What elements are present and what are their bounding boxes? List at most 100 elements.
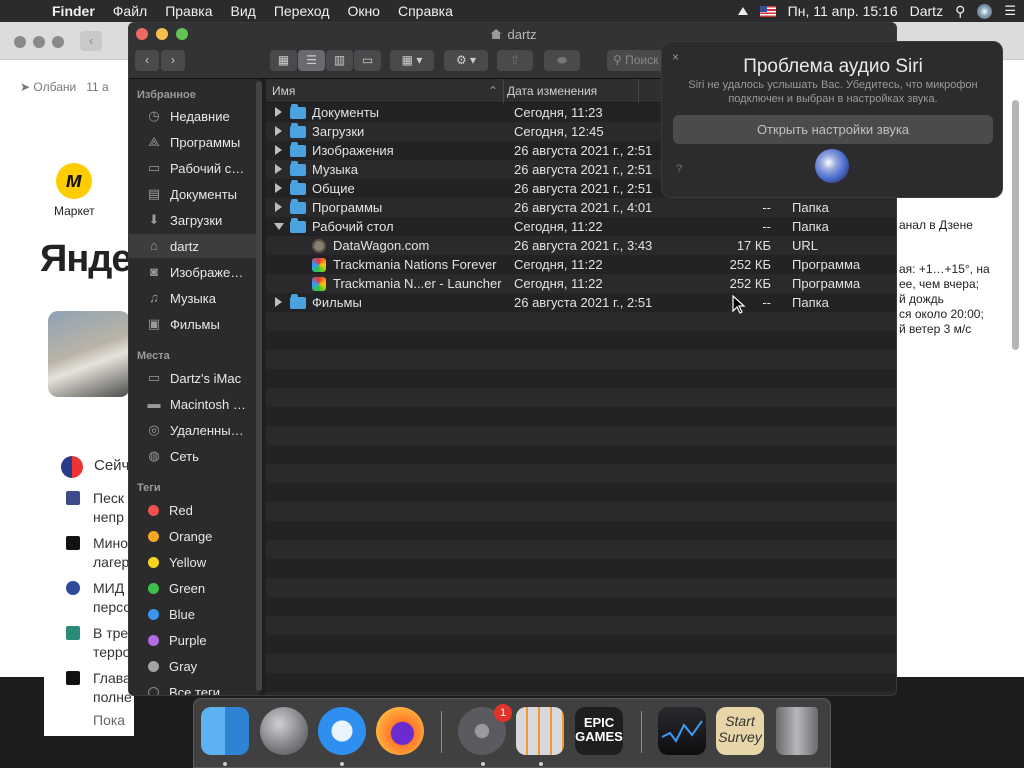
- sidebar-item-macintosh-hd[interactable]: ▬ Macintosh HD: [129, 392, 259, 416]
- news-header[interactable]: Сейч: [94, 456, 129, 475]
- tags-button[interactable]: ⬬: [544, 50, 580, 71]
- disclosure-closed-icon[interactable]: [275, 297, 282, 307]
- disclosure-closed-icon[interactable]: [275, 107, 282, 117]
- back-button[interactable]: ‹: [135, 50, 159, 71]
- group-by-button[interactable]: ▦ ▾: [390, 50, 434, 71]
- table-row[interactable]: Trackmania Nations Forever Сегодня, 11:22…: [266, 255, 896, 274]
- sidebar-tag-green[interactable]: Green: [129, 576, 259, 600]
- siri-icon[interactable]: [977, 3, 993, 19]
- help-icon[interactable]: ?: [676, 163, 682, 175]
- spotlight-search-icon[interactable]: ⚲: [955, 3, 965, 20]
- geo-location[interactable]: ➤ Олбани 11 а: [20, 80, 109, 94]
- sidebar-item-network[interactable]: ◍ Сеть: [129, 444, 259, 468]
- sidebar-item-downloads[interactable]: ⬇ Загрузки: [129, 208, 259, 232]
- epic-games-icon[interactable]: EPIC GAMES: [575, 707, 623, 755]
- forward-button[interactable]: ›: [161, 50, 185, 71]
- browser-back-icon[interactable]: ‹: [80, 31, 102, 51]
- column-header-name[interactable]: Имя: [272, 84, 295, 98]
- sidebar-item-recents[interactable]: ◷ Недавние: [129, 104, 259, 128]
- eject-icon[interactable]: [737, 7, 748, 15]
- menu-help[interactable]: Справка: [389, 3, 462, 19]
- browser-zoom-button[interactable]: [52, 36, 64, 48]
- column-divider[interactable]: [503, 79, 504, 103]
- market-label[interactable]: Маркет: [54, 204, 95, 218]
- news-image[interactable]: [48, 311, 130, 397]
- survey-icon[interactable]: Start Survey: [716, 707, 764, 755]
- sidebar-tag-orange[interactable]: Orange: [129, 524, 259, 548]
- sidebar-item-home[interactable]: ⌂ dartz: [129, 234, 259, 258]
- stocks-chart-icon: [661, 720, 703, 743]
- sidebar-item-applications[interactable]: ⟁ Программы: [129, 130, 259, 154]
- control-center-icon[interactable]: ☰: [1004, 3, 1016, 19]
- news-item[interactable]: непр: [93, 508, 124, 527]
- sidebar-item-documents[interactable]: ▤ Документы: [129, 182, 259, 206]
- application-icon: [312, 258, 326, 272]
- browser-scrollbar[interactable]: [1012, 100, 1019, 350]
- sidebar-tag-gray[interactable]: Gray: [129, 654, 259, 678]
- sidebar-item-movies[interactable]: ▣ Фильмы: [129, 312, 259, 336]
- news-item[interactable]: Глава: [93, 669, 131, 688]
- disclosure-closed-icon[interactable]: [275, 183, 282, 193]
- sidebar-item-remote-disc[interactable]: ◎ Удаленный диск: [129, 418, 259, 442]
- view-icons-button[interactable]: ▦: [270, 50, 297, 71]
- menu-app-finder[interactable]: Finder: [38, 3, 104, 19]
- market-logo-icon[interactable]: м: [56, 163, 92, 199]
- table-row[interactable]: Фильмы 26 августа 2021 г., 2:51 -- Папка: [266, 293, 896, 312]
- menu-window[interactable]: Окно: [338, 3, 389, 19]
- news-item[interactable]: МИД: [93, 579, 124, 598]
- calculator-icon[interactable]: [516, 707, 564, 755]
- sidebar-scrollbar[interactable]: [256, 81, 262, 691]
- table-row[interactable]: Рабочий стол Сегодня, 11:22 -- Папка: [266, 217, 896, 236]
- disclosure-closed-icon[interactable]: [275, 145, 282, 155]
- menu-file[interactable]: Файл: [104, 3, 156, 19]
- table-row[interactable]: Программы 26 августа 2021 г., 4:01 -- Папка: [266, 198, 896, 217]
- news-item[interactable]: терро: [93, 643, 130, 662]
- news-item[interactable]: Песк: [93, 489, 124, 508]
- menu-view[interactable]: Вид: [222, 3, 265, 19]
- view-list-button[interactable]: ☰: [298, 50, 325, 71]
- column-header-date[interactable]: Дата изменения: [507, 84, 597, 98]
- sidebar-tag-blue[interactable]: Blue: [129, 602, 259, 626]
- action-menu-button[interactable]: ⚙ ▾: [444, 50, 488, 71]
- sidebar-all-tags[interactable]: Все теги…: [129, 680, 259, 695]
- sidebar-item-imac[interactable]: ▭ Dartz's iMac: [129, 366, 259, 390]
- view-gallery-button[interactable]: ▭: [354, 50, 381, 71]
- news-item[interactable]: Мино: [93, 534, 128, 553]
- share-button[interactable]: ⇧: [497, 50, 533, 71]
- news-item[interactable]: полне: [93, 688, 132, 707]
- open-sound-settings-button[interactable]: Открыть настройки звука: [673, 115, 993, 144]
- trash-icon[interactable]: [776, 707, 818, 755]
- disclosure-closed-icon[interactable]: [275, 202, 282, 212]
- disclosure-closed-icon[interactable]: [275, 164, 282, 174]
- finder-icon[interactable]: [201, 707, 249, 755]
- firefox-icon[interactable]: [376, 707, 424, 755]
- menu-datetime[interactable]: Пн, 11 апр. 15:16: [788, 3, 898, 19]
- menu-edit[interactable]: Правка: [156, 3, 221, 19]
- sidebar-item-desktop[interactable]: ▭ Рабочий стол: [129, 156, 259, 180]
- menu-user[interactable]: Dartz: [910, 3, 943, 19]
- browser-close-button[interactable]: [14, 36, 26, 48]
- news-item[interactable]: персо: [93, 598, 131, 617]
- input-source-flag-icon[interactable]: [759, 5, 776, 17]
- safari-icon[interactable]: [318, 707, 366, 755]
- view-columns-button[interactable]: ▥: [326, 50, 353, 71]
- sidebar-tag-purple[interactable]: Purple: [129, 628, 259, 652]
- disclosure-closed-icon[interactable]: [275, 126, 282, 136]
- news-item[interactable]: лагер: [93, 553, 129, 572]
- launchpad-icon[interactable]: [260, 707, 308, 755]
- news-item[interactable]: В тре: [93, 624, 128, 643]
- menu-go[interactable]: Переход: [265, 3, 339, 19]
- sort-chevron-up-icon[interactable]: ⌃: [488, 84, 498, 98]
- zen-card-text[interactable]: анал в Дзене: [899, 218, 973, 233]
- stocks-icon[interactable]: [658, 707, 706, 755]
- disclosure-open-icon[interactable]: [274, 223, 284, 230]
- sidebar-tag-yellow[interactable]: Yellow: [129, 550, 259, 574]
- table-row[interactable]: Trackmania N...er - Launcher Сегодня, 11:…: [266, 274, 896, 293]
- column-divider[interactable]: [638, 79, 639, 103]
- sidebar-item-music[interactable]: ♫ Музыка: [129, 286, 259, 310]
- table-row[interactable]: DataWagon.com 26 августа 2021 г., 3:43 17 …: [266, 236, 896, 255]
- sidebar-item-pictures[interactable]: ◙ Изображения: [129, 260, 259, 284]
- news-show-more[interactable]: Пока: [93, 711, 125, 730]
- sidebar-tag-red[interactable]: Red: [129, 498, 259, 522]
- browser-minimize-button[interactable]: [33, 36, 45, 48]
